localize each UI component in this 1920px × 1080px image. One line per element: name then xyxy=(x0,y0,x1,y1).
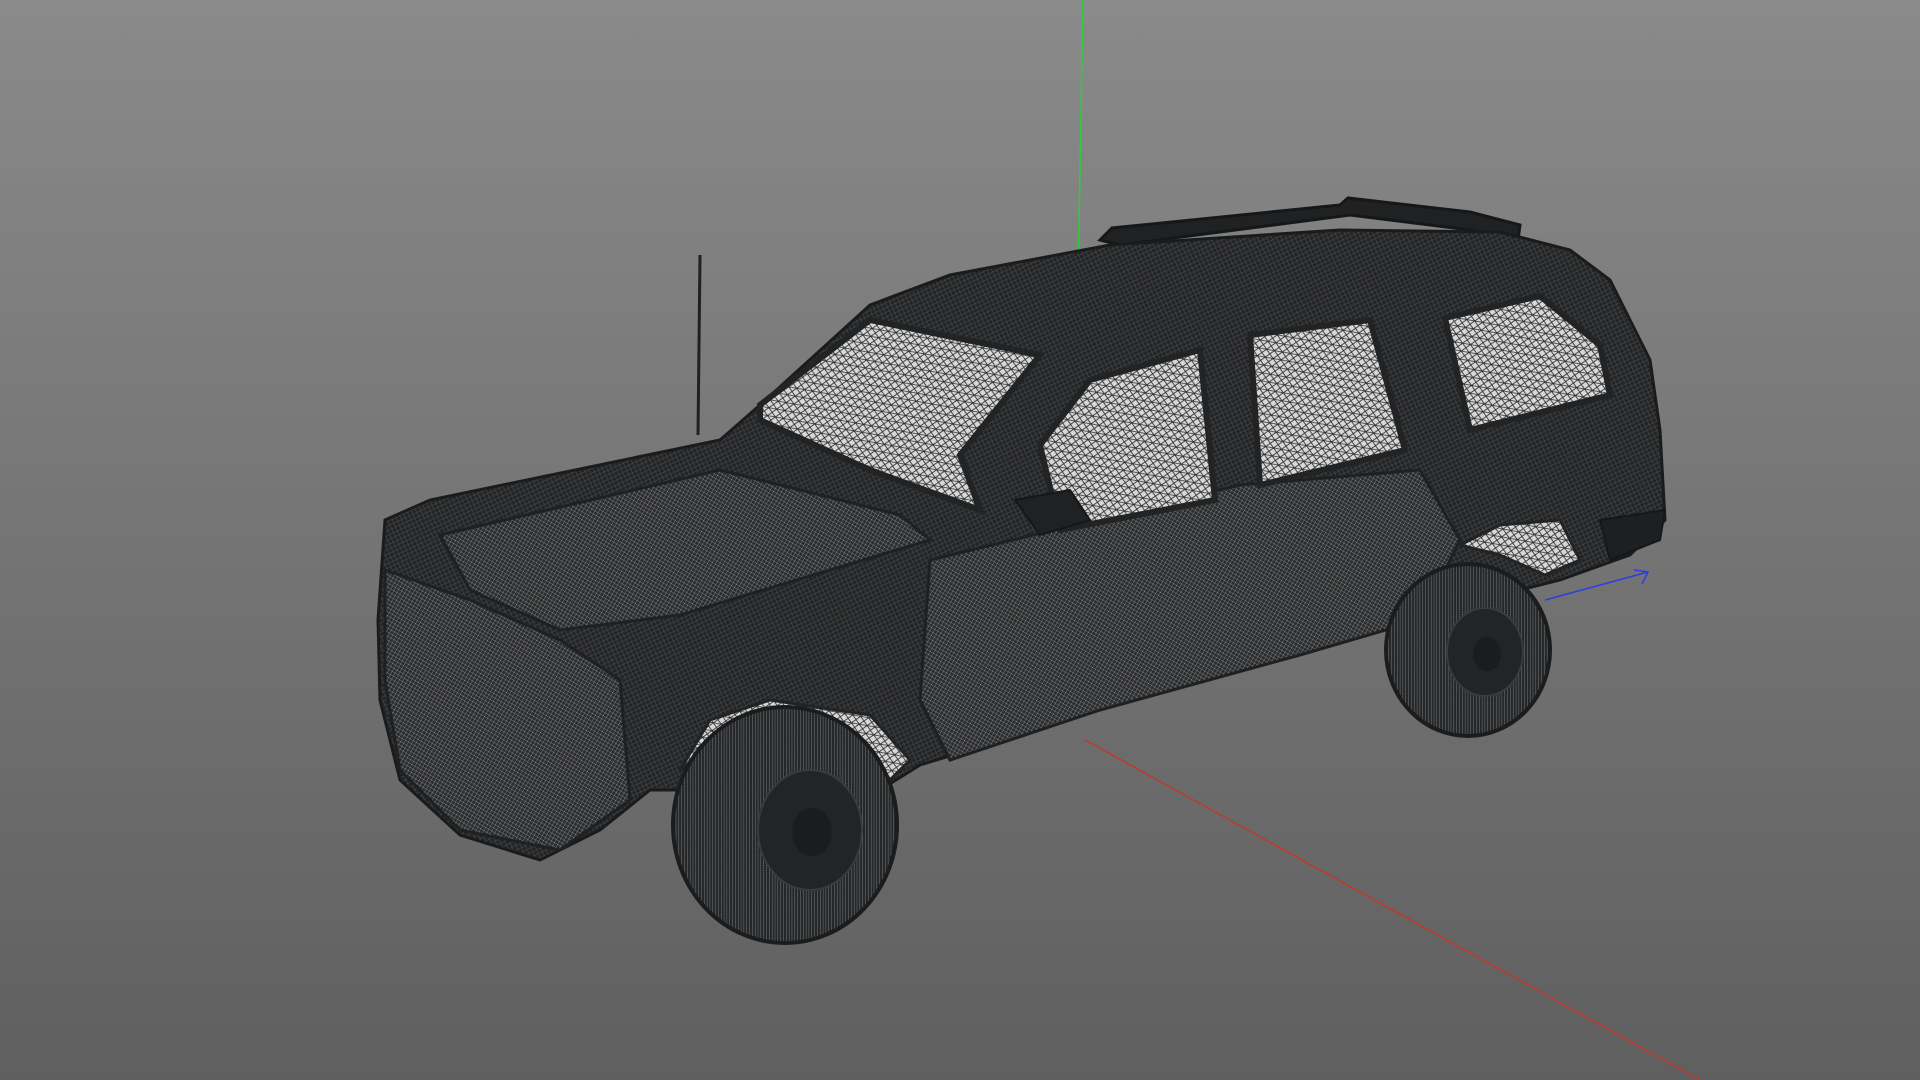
rear-wheel xyxy=(1384,562,1552,738)
front-hub-cap xyxy=(792,808,832,856)
antenna xyxy=(696,254,702,436)
rear-hub-cap xyxy=(1473,637,1501,671)
front-wheel xyxy=(671,705,899,945)
3d-viewport[interactable] xyxy=(0,0,1920,1080)
